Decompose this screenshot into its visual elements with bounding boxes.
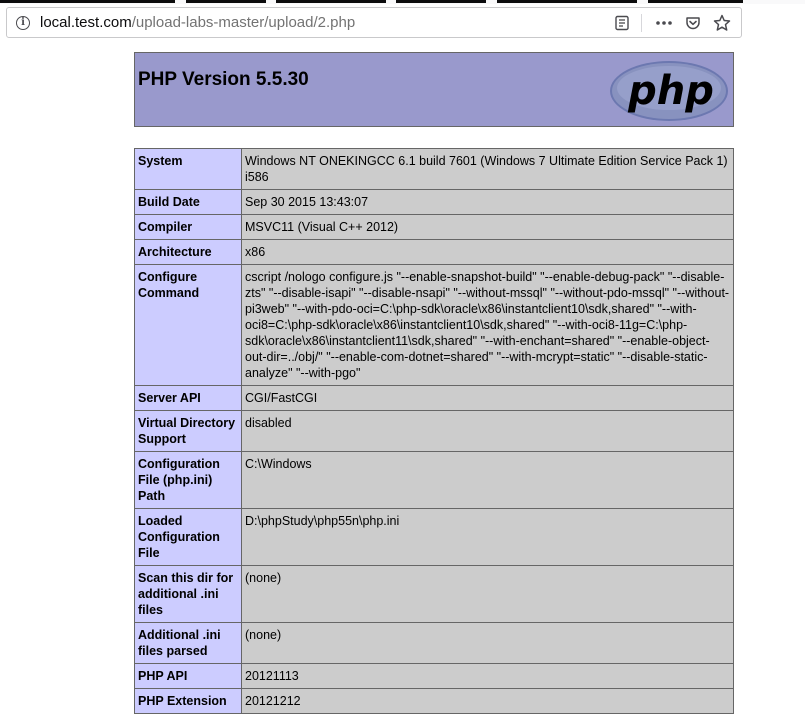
- info-row-value: CGI/FastCGI: [241, 385, 734, 411]
- info-row-value: cscript /nologo configure.js "--enable-s…: [241, 264, 734, 386]
- tab-edge: [396, 0, 486, 3]
- info-row: Configure Command cscript /nologo configu…: [134, 264, 734, 386]
- info-row-label: Scan this dir for additional .ini files: [134, 565, 242, 623]
- tab-edge: [497, 0, 637, 3]
- tab-edge: [276, 0, 386, 3]
- info-row-value: Sep 30 2015 13:43:07: [241, 189, 734, 215]
- info-row-value: 20121113: [241, 663, 734, 689]
- info-row: Build Date Sep 30 2015 13:43:07: [134, 189, 734, 215]
- info-row-label: Configure Command: [134, 264, 242, 386]
- url-text[interactable]: local.test.com/upload-labs-master/upload…: [40, 14, 355, 31]
- reader-view-icon[interactable]: [612, 13, 632, 33]
- info-icon[interactable]: i: [16, 15, 30, 30]
- pocket-icon[interactable]: [683, 13, 703, 33]
- url-path: /upload-labs-master/upload/2.php: [131, 14, 356, 31]
- info-row: Configuration File (php.ini) Path C:\Wind…: [134, 451, 734, 509]
- info-table: System Windows NT ONEKINGCC 6.1 build 760…: [134, 148, 734, 714]
- info-row: PHP Extension 20121212: [134, 688, 734, 714]
- address-bar[interactable]: i local.test.com/upload-labs-master/uplo…: [6, 7, 742, 38]
- tab-strip: [0, 0, 805, 4]
- info-row: Compiler MSVC11 (Visual C++ 2012): [134, 214, 734, 240]
- info-row-value: (none): [241, 565, 734, 623]
- info-row-label: Loaded Configuration File: [134, 508, 242, 566]
- tab-edge: [648, 0, 743, 3]
- info-row: Architecture x86: [134, 239, 734, 265]
- info-row: System Windows NT ONEKINGCC 6.1 build 760…: [134, 148, 734, 190]
- info-row-value: C:\Windows: [241, 451, 734, 509]
- info-row-value: MSVC11 (Visual C++ 2012): [241, 214, 734, 240]
- php-version-header: PHP Version 5.5.30 php: [134, 52, 734, 127]
- info-row: Scan this dir for additional .ini files(…: [134, 565, 734, 623]
- info-row-label: PHP Extension: [134, 688, 242, 714]
- php-logo-text: php: [627, 68, 714, 114]
- info-row-value: (none): [241, 622, 734, 664]
- info-row-label: Compiler: [134, 214, 242, 240]
- url-actions: [612, 8, 741, 37]
- info-row-value: x86: [241, 239, 734, 265]
- info-row-value: Windows NT ONEKINGCC 6.1 build 7601 (Win…: [241, 148, 734, 190]
- php-version-title: PHP Version 5.5.30: [138, 69, 309, 90]
- info-row-label: Configuration File (php.ini) Path: [134, 451, 242, 509]
- info-row: Server API CGI/FastCGI: [134, 385, 734, 411]
- info-row-value: disabled: [241, 410, 734, 452]
- info-row-label: Virtual Directory Support: [134, 410, 242, 452]
- info-row: Additional .ini files parsed (none): [134, 622, 734, 664]
- phpinfo-page: PHP Version 5.5.30 php System Windows NT …: [134, 52, 734, 714]
- url-host: local.test.com: [40, 14, 132, 31]
- info-row-label: Build Date: [134, 189, 242, 215]
- info-row-label: Additional .ini files parsed: [134, 622, 242, 664]
- info-row: Virtual Directory Support disabled: [134, 410, 734, 452]
- bookmark-star-icon[interactable]: [712, 13, 732, 33]
- info-row-label: PHP API: [134, 663, 242, 689]
- info-row-value: 20121212: [241, 688, 734, 714]
- more-icon[interactable]: [654, 13, 674, 33]
- info-row-label: System: [134, 148, 242, 190]
- tab-edge: [0, 0, 175, 3]
- info-row: PHP API 20121113: [134, 663, 734, 689]
- info-row: Loaded Configuration File D:\phpStudy\php…: [134, 508, 734, 566]
- info-row-label: Server API: [134, 385, 242, 411]
- info-row-value: D:\phpStudy\php55n\php.ini: [241, 508, 734, 566]
- php-logo: php: [610, 61, 728, 121]
- info-row-label: Architecture: [134, 239, 242, 265]
- tab-edge: [186, 0, 266, 3]
- url-separator: [641, 13, 642, 32]
